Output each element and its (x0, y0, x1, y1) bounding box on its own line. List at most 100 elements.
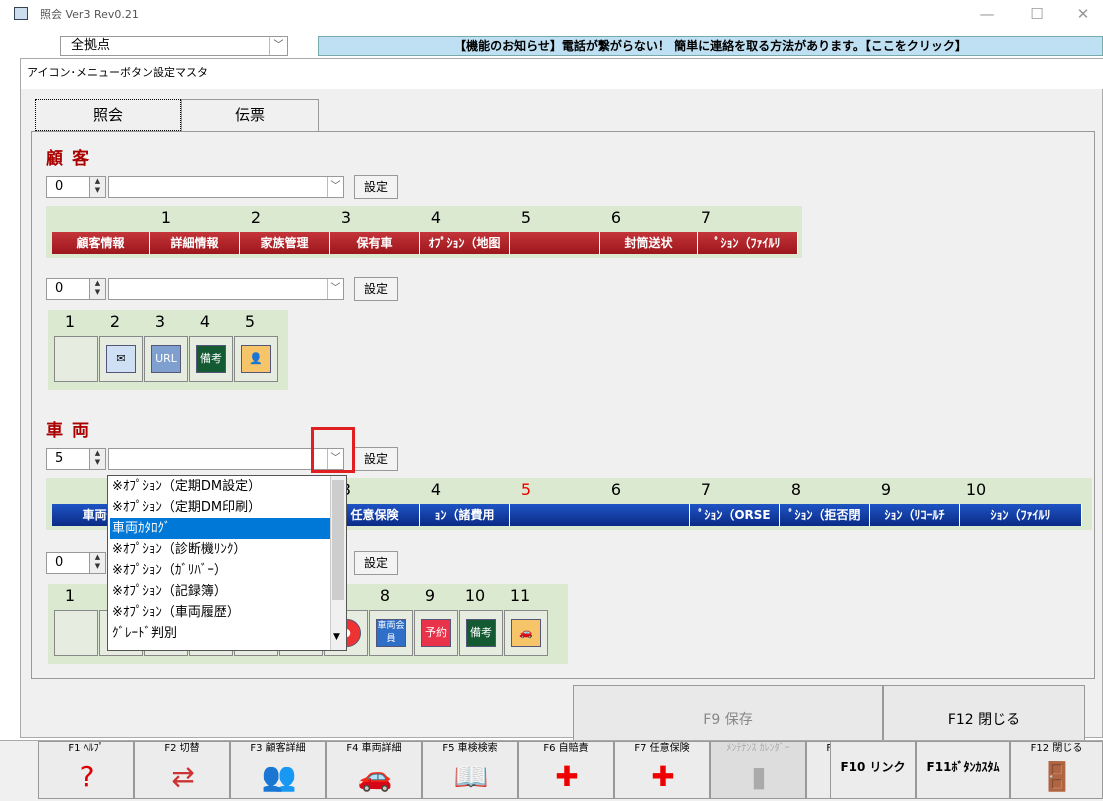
folder-icon: 👤 (241, 345, 271, 373)
window-title: 照会 Ver3 Rev0.21 (40, 8, 139, 21)
vehicle-number-spinner[interactable]: 5 ▲ ▼ (46, 448, 106, 470)
notice-banner[interactable]: 【機能のお知らせ】電話が繋がらない！ 簡単に連絡を取る方法があります。【ここをク… (318, 36, 1103, 56)
dropdown-item[interactable]: ※ｵﾌﾟｼｮﾝ（ｶﾞﾘﾊﾞｰ） (110, 560, 330, 581)
f5-search-button[interactable]: F5 車検検索 📖 (422, 741, 518, 799)
close-button[interactable]: ✕ (1063, 2, 1103, 26)
dropdown-item[interactable]: ※ｵﾌﾟｼｮﾝ（定期DM設定） (110, 476, 330, 497)
tab-slip[interactable]: 伝票 (181, 99, 319, 131)
customer-icon-select[interactable]: ﹀ (108, 278, 344, 300)
function-key-toolbar: F1 ﾍﾙﾌﾟ? F2 切替 ⇄ F3 顧客詳細 👥 F4 車両詳細 🚗 F5 車検検… (0, 740, 1103, 801)
tab-inquiry[interactable]: 照会 (35, 99, 181, 131)
vehicle-bar-dropdown-list[interactable]: ※ｵﾌﾟｼｮﾝ（定期DM設定） ※ｵﾌﾟｼｮﾝ（定期DM印刷） 車両ｶﾀﾛｸﾞ … (107, 475, 347, 651)
customer-menu-strip: 1 2 3 4 5 6 7 顧客情報 詳細情報 家族管理 保有車 ｵﾌﾟｼｮﾝ（… (46, 206, 802, 258)
menu-slot-7[interactable]: 封筒送状 (600, 232, 698, 254)
highlight-box (311, 427, 355, 473)
url-icon: URL (151, 345, 181, 373)
icon-slot-5[interactable]: 👤 (234, 336, 278, 382)
exit-door-icon: 🚪 (1039, 760, 1075, 793)
menu-slot-5[interactable] (510, 504, 690, 526)
icon-slot-1[interactable] (54, 336, 98, 382)
minimize-button[interactable]: — (967, 2, 1007, 26)
menu-slot-6[interactable] (510, 232, 600, 254)
people-icon: 👥 (261, 760, 297, 793)
menu-slot-7[interactable]: ﾟｼｮﾝ（拒否閉 (780, 504, 870, 526)
chevron-down-icon[interactable]: ﹀ (327, 279, 343, 299)
customer-icon-numbers: 1 2 3 4 5 (64, 312, 256, 331)
help-icon: ? (79, 760, 95, 793)
icon-slot-11[interactable]: 🚗 (504, 610, 548, 656)
dropdown-item[interactable]: ｸﾞﾚｰﾄﾞ判別 (110, 623, 330, 644)
maximize-button[interactable]: ☐ (1017, 2, 1057, 26)
spinner-arrows-icon[interactable]: ▲ ▼ (89, 553, 105, 573)
menu-slot-8[interactable]: ﾟｼｮﾝ（ﾌｧｲﾙﾘ (698, 232, 798, 254)
dropdown-item[interactable]: ※ｵﾌﾟｼｮﾝ（車両履歴） (110, 602, 330, 623)
f2-switch-button[interactable]: F2 切替 ⇄ (134, 741, 230, 799)
customer-section-title: 顧客 (46, 149, 98, 169)
car-folder-icon: 🚗 (511, 619, 541, 647)
dialog-title: アイコン･メニューボタン設定マスタ (21, 59, 1103, 89)
f10-link-button[interactable]: F10 リンク (830, 741, 916, 799)
vehicle-icon-spinner[interactable]: 0 ▲ ▼ (46, 552, 106, 574)
f11-custom-button[interactable]: F11ﾎﾞﾀﾝｶｽﾀﾑ (916, 741, 1010, 799)
red-cross-icon: ✚ (555, 760, 579, 793)
customer-bar-select[interactable]: ﹀ (108, 176, 344, 198)
f3-customer-detail-button[interactable]: F3 顧客詳細 👥 (230, 741, 326, 799)
icon-slot-9[interactable]: 予約 (414, 610, 458, 656)
branch-combo[interactable]: 全拠点 ﹀ (60, 36, 288, 56)
f4-vehicle-detail-button[interactable]: F4 車両詳細 🚗 (326, 741, 422, 799)
vehicle-bar-set-button[interactable]: 設定 (354, 447, 398, 471)
dropdown-item[interactable]: ※ｵﾌﾟｼｮﾝ（記録簿） (110, 581, 330, 602)
customer-icon-strip: 1 2 3 4 5 ✉ URL 備考 👤 (48, 310, 288, 390)
icon-slot-4[interactable]: 備考 (189, 336, 233, 382)
f8-calendar-button[interactable]: ﾒﾝﾃﾅﾝｽ ｶﾚﾝﾀﾞｰ ▮ (710, 741, 806, 799)
car-icon: 🚗 (357, 760, 393, 793)
menu-slot-6[interactable]: ﾟｼｮﾝ（ORSE (690, 504, 780, 526)
f6-insurance-button[interactable]: F6 自賠責 ✚ (518, 741, 614, 799)
customer-menu-bar: 顧客情報 詳細情報 家族管理 保有車 ｵﾌﾟｼｮﾝ（地图 封筒送状 ﾟｼｮﾝ（ﾌ… (52, 232, 798, 254)
icon-slot-8[interactable]: 車両会員 (369, 610, 413, 656)
dropdown-item[interactable]: ※ｵﾌﾟｼｮﾝ（定期DM印刷） (110, 497, 330, 518)
chevron-down-icon[interactable]: ﹀ (269, 37, 287, 55)
menu-slot-3[interactable]: 家族管理 (240, 232, 330, 254)
customer-number-spinner[interactable]: 0 ▲ ▼ (46, 176, 106, 198)
customer-icon-set-button[interactable]: 設定 (354, 277, 398, 301)
dropdown-item[interactable]: ※ｵﾌﾟｼｮﾝ（診断機ﾘﾝｸ） (110, 539, 330, 560)
menu-slot-9[interactable]: ｼｮﾝ（ﾌｧｲﾙﾘ (960, 504, 1082, 526)
dropdown-item-selected[interactable]: 車両ｶﾀﾛｸﾞ (110, 518, 330, 539)
menu-slot-5[interactable]: ｵﾌﾟｼｮﾝ（地图 (420, 232, 510, 254)
vehicle-section-title: 車両 (46, 421, 98, 441)
scroll-down-icon[interactable]: ▼ (333, 632, 340, 642)
vehicle-icon-set-button[interactable]: 設定 (354, 551, 398, 575)
menu-slot-1[interactable]: 顧客情報 (52, 232, 150, 254)
customer-menu-numbers: 1 2 3 4 5 6 7 (160, 208, 712, 227)
customer-icon-spinner[interactable]: 0 ▲ ▼ (46, 278, 106, 300)
menu-slot-8[interactable]: ｼｮﾝ（ﾘｺｰﾙﾁ (870, 504, 960, 526)
scroll-thumb[interactable] (332, 480, 344, 600)
chevron-down-icon[interactable]: ﹀ (327, 177, 343, 197)
f12-exit-button[interactable]: F12 閉じる 🚪 (1010, 741, 1103, 799)
f7-insurance-button[interactable]: F7 任意保険 ✚ (614, 741, 710, 799)
menu-slot-2[interactable]: 詳細情報 (150, 232, 240, 254)
menu-slot-4[interactable]: 保有車 (330, 232, 420, 254)
spinner-arrows-icon[interactable]: ▲ ▼ (89, 177, 105, 197)
red-cross-icon: ✚ (651, 760, 675, 793)
icon-slot-1[interactable] (54, 610, 98, 656)
spinner-arrows-icon[interactable]: ▲ ▼ (89, 279, 105, 299)
app-icon (14, 7, 28, 20)
reservation-icon: 予約 (421, 619, 451, 647)
f1-help-button[interactable]: F1 ﾍﾙﾌﾟ? (38, 741, 134, 799)
settings-dialog: アイコン･メニューボタン設定マスタ 照会 伝票 顧客 0 ▲ ▼ ﹀ 設定 1 2… (20, 58, 1103, 755)
customer-bar-set-button[interactable]: 設定 (354, 175, 398, 199)
switch-icon: ⇄ (171, 760, 195, 793)
dropdown-scrollbar[interactable]: ▼ (330, 476, 346, 650)
icon-slot-2[interactable]: ✉ (99, 336, 143, 382)
book-icon: 📖 (453, 760, 489, 793)
icon-slot-10[interactable]: 備考 (459, 610, 503, 656)
vehicle-member-icon: 車両会員 (376, 619, 406, 647)
icon-slot-3[interactable]: URL (144, 336, 188, 382)
spinner-arrows-icon[interactable]: ▲ ▼ (89, 449, 105, 469)
vehicle-bar-select[interactable]: ﹀ (108, 448, 344, 470)
menu-slot-4[interactable]: ｮﾝ（諸費用 (420, 504, 510, 526)
memo-icon: 備考 (466, 619, 496, 647)
window-titlebar: 照会 Ver3 Rev0.21 — ☐ ✕ (0, 0, 1103, 30)
